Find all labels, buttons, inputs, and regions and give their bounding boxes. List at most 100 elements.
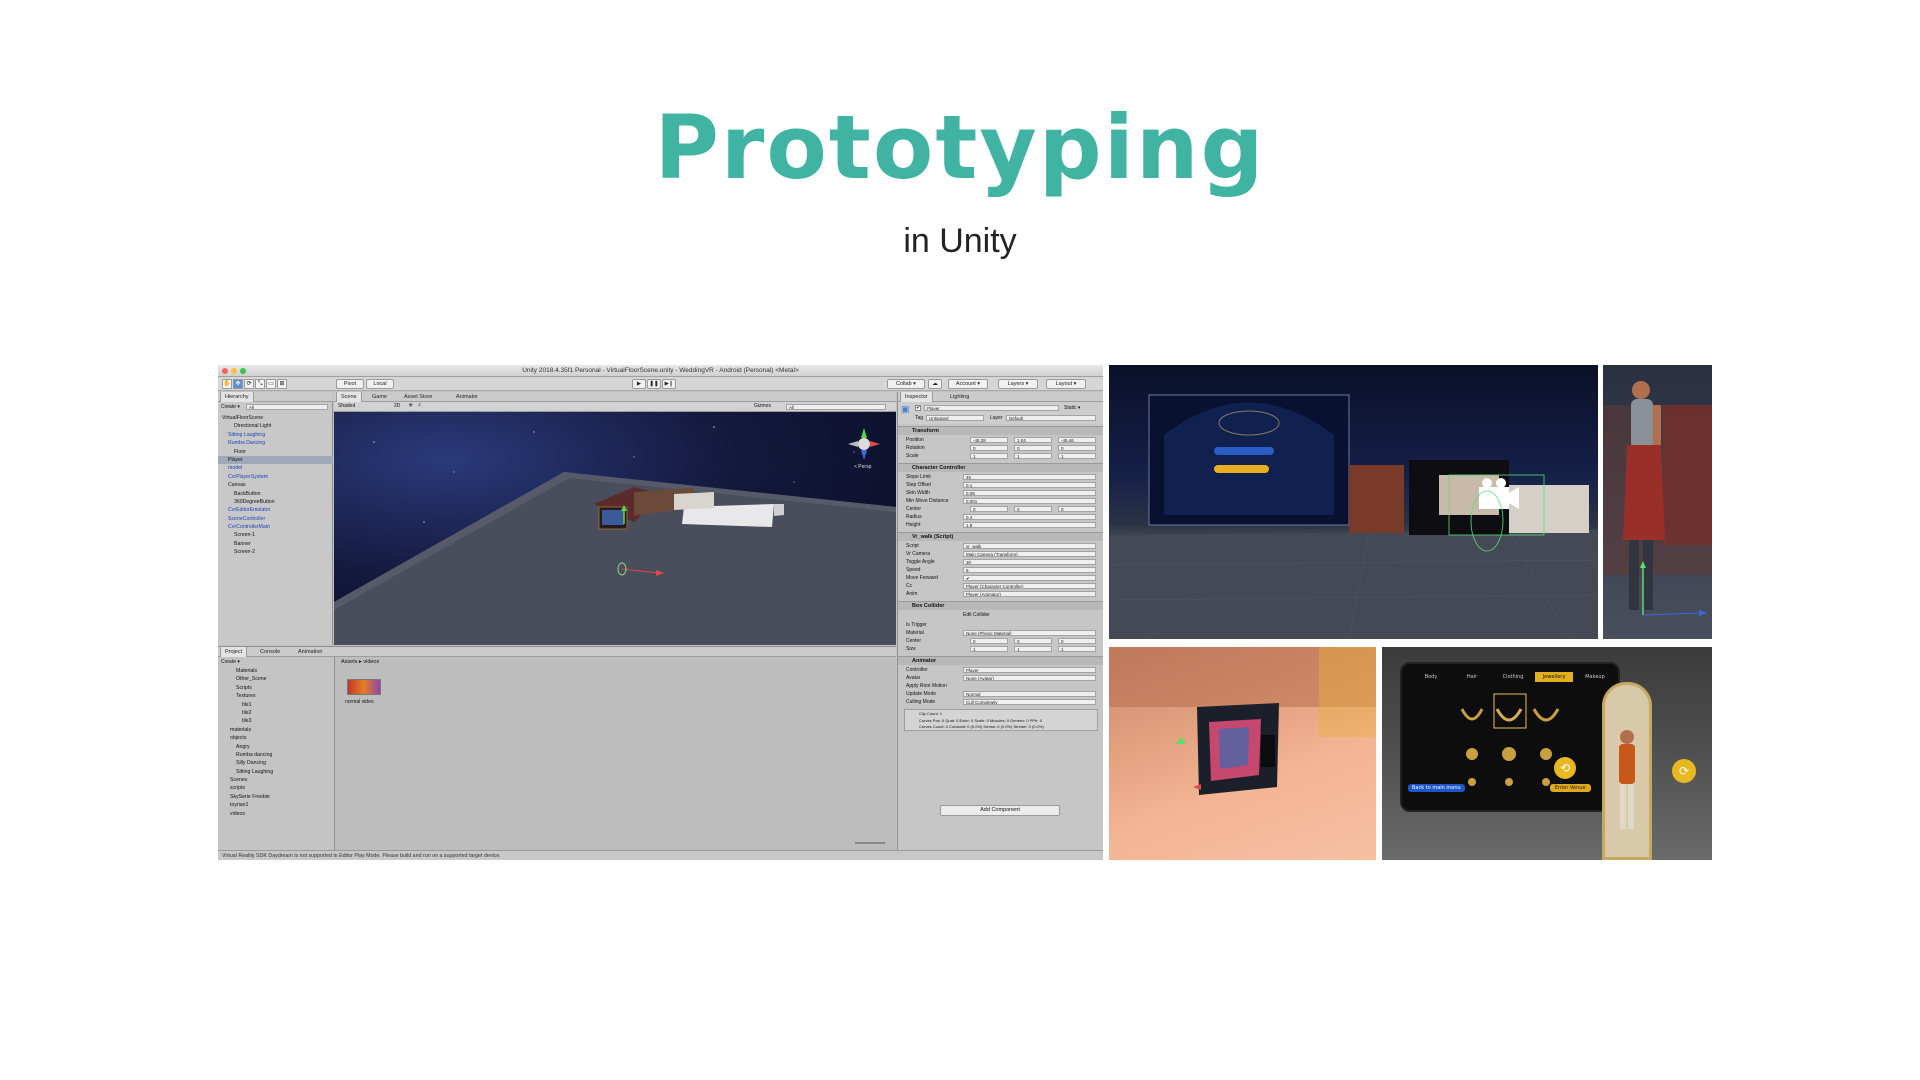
collab-button[interactable]: Collab ▾ <box>887 379 925 389</box>
project-folder-item[interactable]: materials <box>218 726 333 734</box>
project-folder-item[interactable]: Materials <box>218 667 333 675</box>
vector-z-field[interactable]: -49.46 <box>1058 437 1096 443</box>
vector-x-field[interactable]: 1 <box>970 646 1008 652</box>
layout-button[interactable]: Layout ▾ <box>1046 379 1086 389</box>
project-folder-item[interactable]: Scenes <box>218 776 333 784</box>
scale-tool-icon[interactable]: ⤡ <box>255 379 265 389</box>
animator-component-header[interactable]: Animator <box>898 656 1103 665</box>
hierarchy-item[interactable]: Banner <box>218 540 333 548</box>
inspector-field-value[interactable]: 0.001 <box>963 498 1096 504</box>
vector-y-field[interactable]: 0 <box>1014 445 1052 451</box>
tab-asset-store[interactable]: Asset Store <box>400 392 436 402</box>
rotate-tool-icon[interactable]: ⟳ <box>244 379 254 389</box>
hierarchy-item[interactable]: Screen-2 <box>218 548 333 556</box>
project-folder-item[interactable]: scripts <box>218 784 333 792</box>
inspector-field-value[interactable]: Main Camera (Transform) <box>963 551 1096 557</box>
project-folder-item[interactable]: tile1 <box>218 701 333 709</box>
local-button[interactable]: Local <box>366 379 394 389</box>
rect-tool-icon[interactable]: ▭ <box>266 379 276 389</box>
box-collider-header[interactable]: Box Collider <box>898 601 1103 610</box>
hierarchy-item[interactable]: CvrControllerMain <box>218 523 333 531</box>
tab-project[interactable]: Project <box>220 647 248 657</box>
vector-y-field[interactable]: 1 <box>1014 646 1052 652</box>
step-button[interactable]: ▶❙ <box>662 379 676 389</box>
tab-scene[interactable]: Scene <box>336 392 362 402</box>
project-folder-item[interactable]: Silly Dancing <box>218 759 333 767</box>
persp-label[interactable]: < Persp <box>854 464 871 470</box>
vector-x-field[interactable]: 0 <box>970 445 1008 451</box>
hierarchy-item[interactable]: Floor <box>218 448 333 456</box>
orientation-gizmo[interactable] <box>848 428 880 460</box>
tab-game[interactable]: Game <box>368 392 391 402</box>
project-folder-item[interactable]: Sitting Laughing <box>218 768 333 776</box>
vector-z-field[interactable]: 0 <box>1058 445 1096 451</box>
breadcrumb-videos[interactable]: videos <box>363 659 379 665</box>
inspector-field-value[interactable]: Cull Completely <box>963 699 1096 705</box>
rotate-left-icon[interactable]: ⟲ <box>1554 757 1576 779</box>
play-button[interactable]: ▶ <box>632 379 646 389</box>
pause-button[interactable]: ❚❚ <box>647 379 661 389</box>
inspector-field-value[interactable]: 1.8 <box>963 522 1096 528</box>
project-folder-item[interactable]: Scripts <box>218 684 333 692</box>
scene-viewport[interactable]: < Persp <box>334 412 896 645</box>
move-tool-icon[interactable]: ✥ <box>233 379 243 389</box>
project-folder-item[interactable]: Textures <box>218 692 333 700</box>
inspector-field-value[interactable]: None (Avatar) <box>963 675 1096 681</box>
active-checkbox[interactable]: ✔ <box>915 405 921 411</box>
layers-button[interactable]: Layers ▾ <box>998 379 1038 389</box>
project-folder-item[interactable]: tile3 <box>218 717 333 725</box>
cloud-icon[interactable]: ☁ <box>928 379 942 389</box>
inspector-field-value[interactable]: 0.08 <box>963 490 1096 496</box>
inspector-field-value[interactable]: 30 <box>963 559 1096 565</box>
hierarchy-item[interactable]: Player <box>218 455 333 465</box>
vector-y-field[interactable]: 1 <box>1014 453 1052 459</box>
vector-z-field[interactable]: 1 <box>1058 646 1096 652</box>
vector-x-field[interactable]: 0 <box>970 506 1008 512</box>
project-folder-item[interactable]: Other_Scene <box>218 675 333 683</box>
inspector-field-value[interactable]: vr_walk <box>963 543 1096 549</box>
static-toggle[interactable]: Static ▾ <box>1064 405 1080 411</box>
hierarchy-search-input[interactable]: All <box>246 404 328 410</box>
vr-walk-script-header[interactable]: Vr_walk (Script) <box>898 532 1103 541</box>
tab-console[interactable]: Console <box>256 647 284 657</box>
tab-hierarchy[interactable]: Hierarchy <box>220 392 254 402</box>
vector-x-field[interactable]: 1 <box>970 453 1008 459</box>
project-folder-item[interactable]: SkySerie Freebie <box>218 793 333 801</box>
object-name-field[interactable]: Player <box>924 405 1059 411</box>
rotate-right-icon[interactable]: ⟳ <box>1672 759 1696 783</box>
transform-component-header[interactable]: Transform <box>898 426 1103 435</box>
hierarchy-item[interactable]: CvrPlayerSystem <box>218 473 333 481</box>
hierarchy-item[interactable]: CvrEditorEmulator <box>218 506 333 514</box>
breadcrumb-assets[interactable]: Assets <box>341 659 358 665</box>
light-toggle-icon[interactable]: ☀ <box>408 402 413 409</box>
vector-x-field[interactable]: -48.38 <box>970 437 1008 443</box>
hierarchy-item[interactable]: BackButton <box>218 490 333 498</box>
scene-search-input[interactable]: All <box>786 404 886 410</box>
project-folder-item[interactable]: tile2 <box>218 709 333 717</box>
project-folder-item[interactable]: Angry <box>218 743 333 751</box>
gizmos-dropdown[interactable]: Gizmos <box>754 403 771 409</box>
project-folder-item[interactable]: toyrian1 <box>218 801 333 809</box>
hierarchy-create-button[interactable]: Create ▾ <box>221 403 240 411</box>
inspector-field-value[interactable]: Player (Character Controller) <box>963 583 1096 589</box>
edit-collider-button[interactable]: Edit Collider <box>963 612 990 619</box>
hierarchy-item[interactable]: model <box>218 464 333 472</box>
project-folder-item[interactable]: videos <box>218 810 333 818</box>
layer-dropdown[interactable]: Default <box>1006 415 1096 421</box>
tab-animator[interactable]: Animator <box>452 392 482 402</box>
pivot-button[interactable]: Pivot <box>336 379 364 389</box>
add-component-button[interactable]: Add Component <box>940 805 1060 816</box>
hierarchy-item[interactable]: Canvas <box>218 481 333 489</box>
hierarchy-item[interactable]: VirtualFloorScene <box>218 414 333 422</box>
inspector-field-value[interactable]: ✔ <box>963 575 1096 581</box>
vector-y-field[interactable]: 0 <box>1014 506 1052 512</box>
vector-z-field[interactable]: 0 <box>1058 638 1096 644</box>
inspector-field-value[interactable]: 0.1 <box>963 482 1096 488</box>
hierarchy-item[interactable]: Screen-1 <box>218 531 333 539</box>
vector-z-field[interactable]: 0 <box>1058 506 1096 512</box>
asset-video-thumbnail[interactable] <box>347 679 381 695</box>
inspector-field-value[interactable]: Player (Animator) <box>963 591 1096 597</box>
hierarchy-item[interactable]: Directional Light <box>218 422 333 430</box>
transform-tool-icon[interactable]: ⊞ <box>277 379 287 389</box>
tab-lighting[interactable]: Lighting <box>946 392 973 402</box>
